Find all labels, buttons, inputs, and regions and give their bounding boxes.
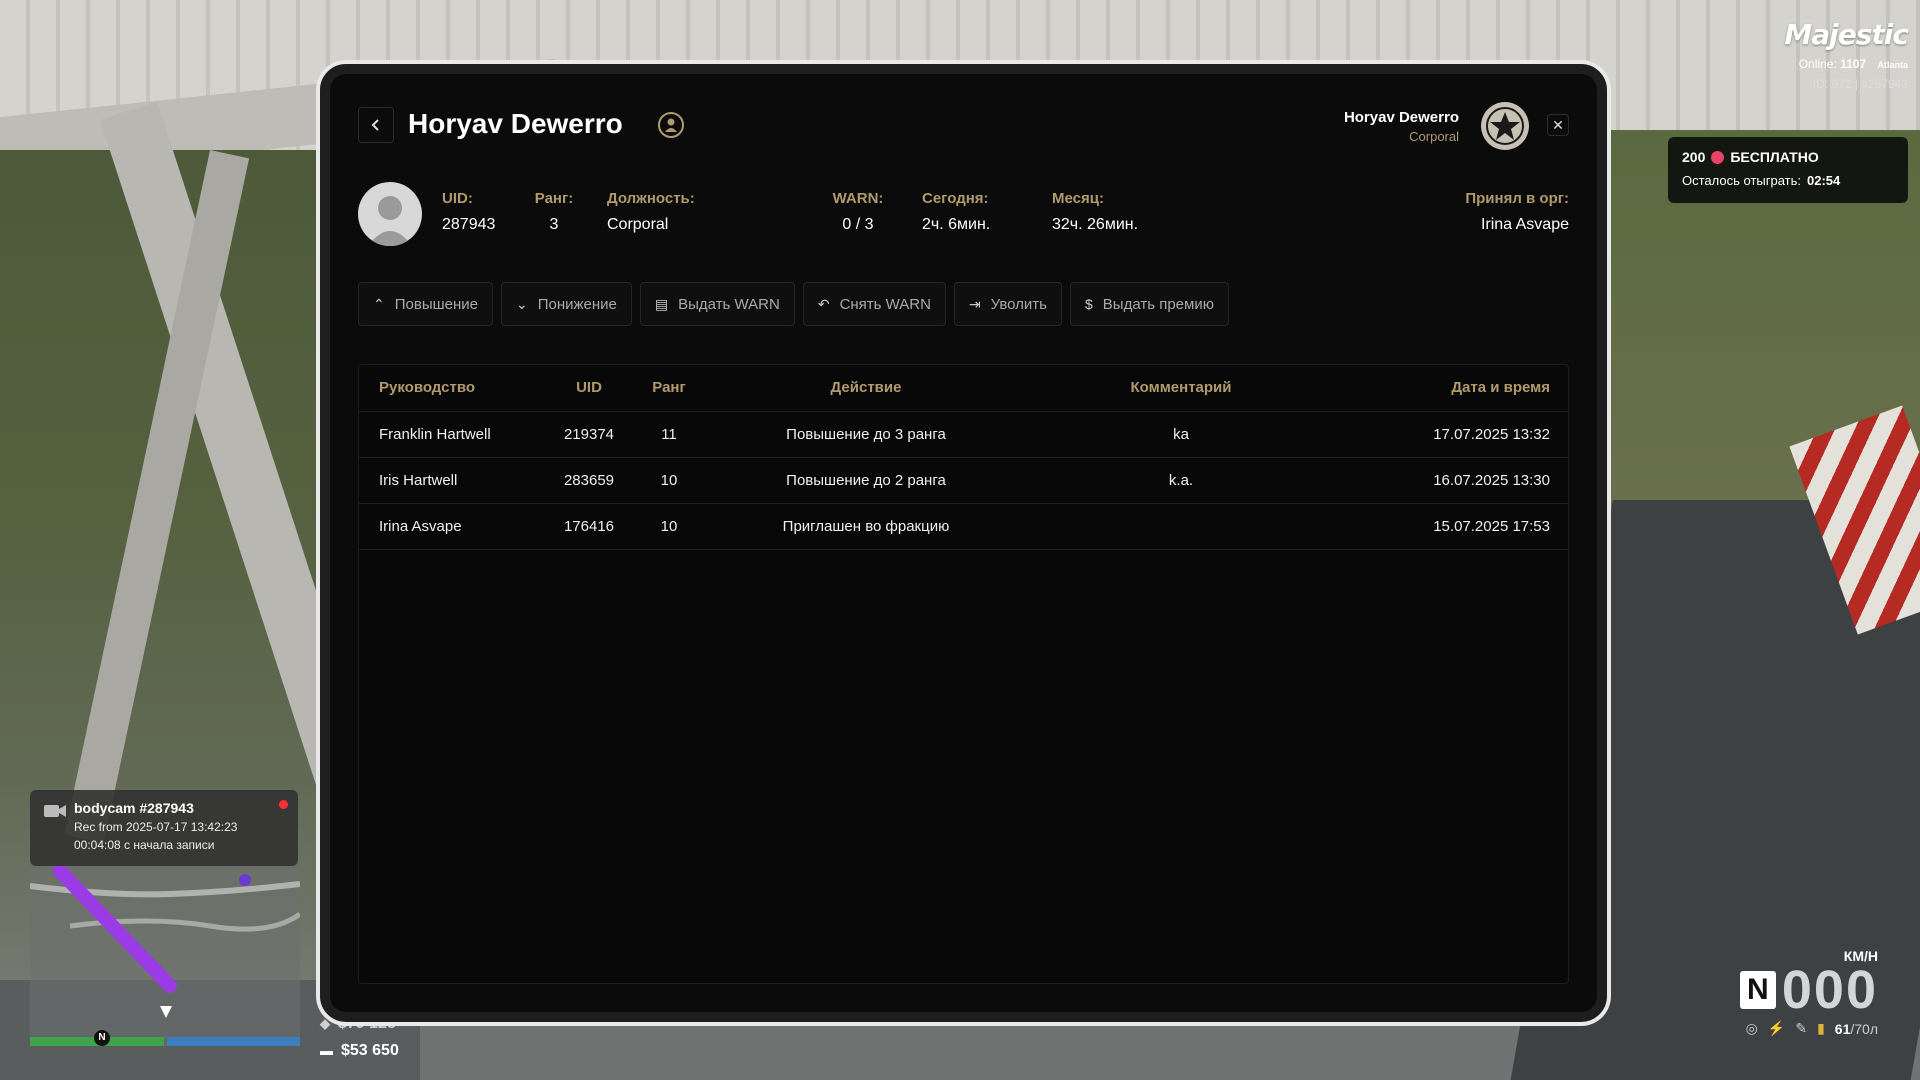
col-datetime: Дата и время bbox=[1339, 365, 1568, 412]
give-warn-button[interactable]: ▤ Выдать WARN bbox=[639, 282, 795, 326]
current-user-name: Horyav Dewerro bbox=[1343, 109, 1459, 126]
remove-warn-button[interactable]: ↶ Снять WARN bbox=[802, 282, 946, 326]
member-profile-panel: Horyav Dewerro Horyav Dewerro Corporal ✕… bbox=[320, 64, 1607, 1022]
table-header-row: Руководство UID Ранг Действие Комментари… bbox=[359, 365, 1568, 412]
col-rank: Ранг bbox=[629, 365, 709, 412]
warn-field: WARN: 0 / 3 bbox=[832, 190, 884, 233]
history-table: Руководство UID Ранг Действие Комментари… bbox=[358, 364, 1569, 984]
col-uid: UID bbox=[549, 365, 629, 412]
undo-icon: ↶ bbox=[817, 295, 830, 312]
player-id: ID: 972 | #287943 bbox=[1812, 77, 1908, 91]
free-promo-badge: 200 БЕСПЛАТНО Осталось отыграть: 02:54 bbox=[1668, 137, 1908, 203]
bank-amount: ▬ $53 650 bbox=[320, 1042, 399, 1059]
server-info: Majestic Online: 1107 Atlanta ID: 972 | … bbox=[1784, 18, 1909, 91]
close-button[interactable]: ✕ bbox=[1547, 114, 1569, 136]
person-icon[interactable] bbox=[658, 112, 684, 138]
current-user-rank: Corporal bbox=[1409, 129, 1459, 144]
cash-icon: ◆ bbox=[320, 1016, 330, 1031]
armor-bar bbox=[166, 1037, 300, 1046]
card-icon: ▬ bbox=[320, 1043, 333, 1058]
month-field: Месяц: 32ч. 26мин. bbox=[1052, 190, 1139, 233]
demote-button[interactable]: ⌄ Понижение bbox=[501, 282, 632, 326]
promote-button[interactable]: ⌃ Повышение bbox=[358, 282, 493, 326]
chevron-left-icon bbox=[371, 119, 379, 131]
avatar bbox=[358, 182, 422, 246]
bodycam-overlay: bodycam #287943 Rec from 2025-07-17 13:4… bbox=[30, 790, 298, 866]
col-leader: Руководство bbox=[359, 365, 549, 412]
member-info: UID: 287943 Ранг: 3 Должность: Corporal … bbox=[358, 182, 1569, 248]
engine-icon: ⚡ bbox=[1767, 1020, 1786, 1036]
action-toolbar: ⌃ Повышение ⌄ Понижение ▤ Выдать WARN ↶ … bbox=[358, 282, 1229, 326]
seatbelt-icon: ◎ bbox=[1745, 1020, 1758, 1036]
majestic-logo: Majestic bbox=[1784, 18, 1909, 51]
chevron-up-icon: ⌃ bbox=[373, 295, 385, 312]
speed-value: 000 bbox=[1781, 960, 1878, 1020]
table-row: Iris Hartwell 283659 10 Повышение до 2 р… bbox=[359, 457, 1568, 504]
recording-indicator bbox=[279, 800, 288, 809]
bodycam-elapsed: 00:04:08 с начала записи bbox=[74, 838, 215, 852]
back-button[interactable] bbox=[358, 107, 394, 143]
member-name: Horyav Dewerro bbox=[408, 108, 623, 139]
gear-indicator: N bbox=[1739, 971, 1776, 1009]
video-camera-icon bbox=[44, 805, 66, 817]
bonus-button[interactable]: $ Выдать премию bbox=[1070, 282, 1229, 326]
current-user: Horyav Dewerro Corporal bbox=[1344, 109, 1459, 144]
document-warn-icon: ▤ bbox=[654, 295, 669, 312]
accepted-by-field: Принял в орг: Irina Asvape bbox=[1465, 190, 1569, 233]
dollar-icon: $ bbox=[1085, 296, 1093, 312]
compass-north: N bbox=[94, 1030, 110, 1046]
fuel-icon: ▮ bbox=[1817, 1020, 1825, 1036]
minimap: N bbox=[30, 866, 300, 1046]
exit-icon: ⇥ bbox=[968, 295, 981, 312]
health-armor-bars bbox=[30, 1037, 300, 1046]
fire-button[interactable]: ⇥ Уволить bbox=[953, 282, 1062, 326]
fuel-level: 61/70л bbox=[1834, 1020, 1878, 1037]
server-name: Atlanta bbox=[1877, 60, 1908, 70]
today-field: Сегодня: 2ч. 6мин. bbox=[922, 190, 991, 233]
faction-star-icon bbox=[1481, 102, 1529, 150]
coin-icon bbox=[1711, 150, 1725, 164]
col-action: Действие bbox=[709, 365, 1023, 412]
bodycam-title: bodycam #287943 bbox=[74, 800, 194, 816]
rank-field: Ранг: 3 bbox=[534, 190, 574, 233]
chevron-down-icon: ⌄ bbox=[516, 295, 528, 312]
position-field: Должность: Corporal bbox=[607, 190, 695, 233]
online-counter: Online: 1107 Atlanta bbox=[1798, 57, 1908, 71]
close-icon: ✕ bbox=[1552, 117, 1564, 133]
speedometer: КМ/Н N 000 ◎ ⚡ ✎ ▮ 61/70л bbox=[1739, 948, 1878, 1037]
uid-field: UID: 287943 bbox=[442, 190, 496, 233]
table-row: Franklin Hartwell 219374 11 Повышение до… bbox=[359, 411, 1568, 458]
minimap-roads bbox=[30, 866, 300, 1046]
bodycam-rec-from: Rec from 2025-07-17 13:42:23 bbox=[74, 820, 238, 834]
wrench-icon: ✎ bbox=[1795, 1020, 1808, 1036]
col-comment: Комментарий bbox=[1023, 365, 1339, 412]
table-row: Irina Asvape 176416 10 Приглашен во фрак… bbox=[359, 503, 1568, 550]
